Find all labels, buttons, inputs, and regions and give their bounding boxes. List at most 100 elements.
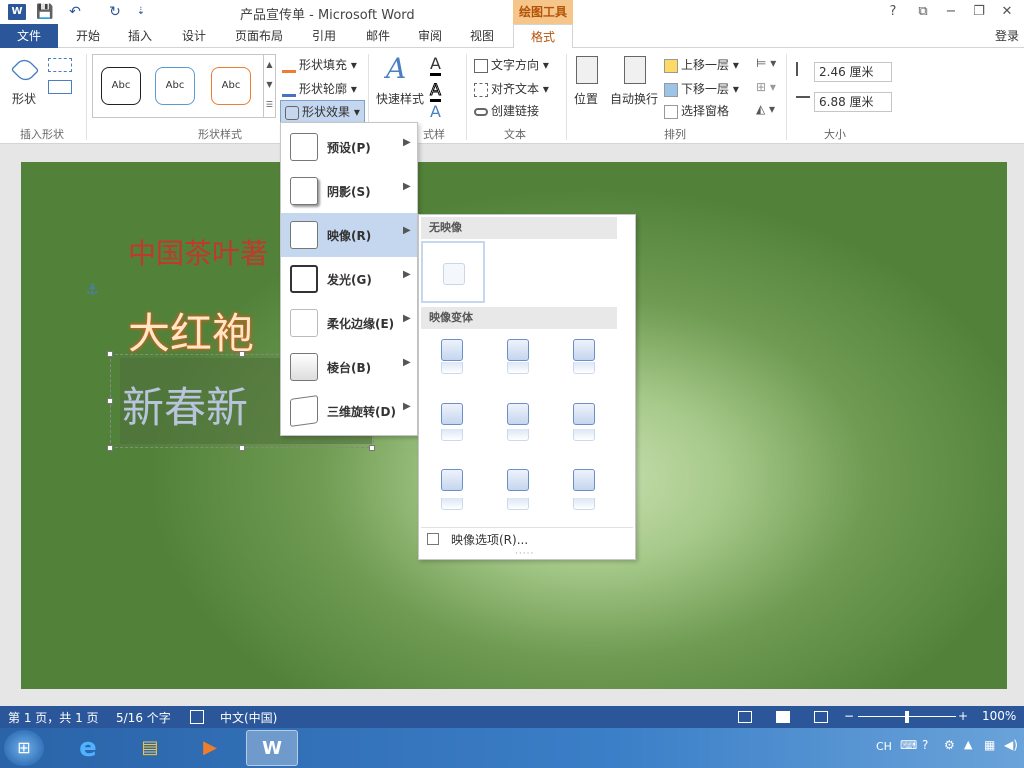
explorer-icon[interactable]: ▤ xyxy=(124,730,176,766)
resize-handle[interactable] xyxy=(107,398,113,404)
reflection-variant-4[interactable] xyxy=(441,403,463,441)
wrap-text-icon[interactable] xyxy=(624,56,646,84)
reflection-variant-3[interactable] xyxy=(573,339,595,375)
shape-style-2[interactable]: Abc xyxy=(155,67,195,105)
reflection-variant-5[interactable] xyxy=(507,403,529,441)
tab-layout[interactable]: 页面布局 xyxy=(226,24,292,48)
network-icon[interactable]: ▦ xyxy=(984,738,995,752)
word-count[interactable]: 5/16 个字 xyxy=(116,709,171,726)
shapes-icon[interactable] xyxy=(10,55,40,85)
tab-references[interactable]: 引用 xyxy=(302,24,346,48)
shape-style-1[interactable]: Abc xyxy=(101,67,141,105)
word-taskbar-button[interactable]: W xyxy=(246,730,298,766)
reflection-variant-2[interactable] xyxy=(507,339,529,375)
tab-format[interactable]: 格式 xyxy=(513,24,573,49)
create-link-button[interactable]: 创建链接 xyxy=(474,102,539,119)
resize-handle[interactable] xyxy=(107,445,113,451)
reflection-variant-7[interactable] xyxy=(441,469,463,510)
proofing-icon[interactable] xyxy=(190,710,204,724)
minimize-button[interactable]: − xyxy=(940,3,962,21)
shapes-button[interactable]: 形状 xyxy=(12,90,36,107)
maximize-button[interactable]: ❐ xyxy=(968,3,990,21)
start-button[interactable]: ⊞ xyxy=(4,730,44,766)
reflection-variant-9[interactable] xyxy=(573,469,595,510)
edit-shape-icon[interactable] xyxy=(48,58,72,72)
reflection-options-item[interactable]: 映像选项(R)... xyxy=(451,531,528,548)
width-input[interactable]: 6.88 厘米 xyxy=(814,92,892,112)
text-fill-icon[interactable]: A xyxy=(430,54,441,76)
resize-grip[interactable]: ····· xyxy=(515,549,534,559)
undo-icon[interactable]: ↶ xyxy=(66,3,84,21)
tab-mailings[interactable]: 邮件 xyxy=(356,24,400,48)
quick-styles-button[interactable]: 快速样式 xyxy=(376,90,424,107)
tab-insert[interactable]: 插入 xyxy=(118,24,162,48)
resize-handle[interactable] xyxy=(107,351,113,357)
tab-view[interactable]: 视图 xyxy=(460,24,504,48)
close-button[interactable]: ✕ xyxy=(996,3,1018,21)
reflection-variant-6[interactable] xyxy=(573,403,595,441)
print-layout-icon[interactable] xyxy=(776,711,790,723)
text-effects-icon[interactable]: A xyxy=(430,102,441,121)
bring-forward-button[interactable]: 上移一层 ▾ xyxy=(664,56,739,73)
text-outline-icon[interactable]: A xyxy=(430,80,441,102)
page-count[interactable]: 第 1 页，共 1 页 xyxy=(8,709,99,726)
group-icon[interactable]: ⊞ ▾ xyxy=(756,80,776,94)
ribbon-display-button[interactable]: ⧉ xyxy=(912,3,934,21)
resize-handle[interactable] xyxy=(239,351,245,357)
ime-indicator[interactable]: CH xyxy=(876,740,892,753)
position-button[interactable]: 位置 xyxy=(574,90,598,107)
shape-effects-button[interactable]: 形状效果 ▾ xyxy=(280,100,365,123)
shape-fill-button[interactable]: 形状填充 ▾ xyxy=(282,56,357,73)
tab-home[interactable]: 开始 xyxy=(66,24,110,48)
menu-item-3d-rotation[interactable]: 三维旋转(D) ▶ xyxy=(281,389,417,433)
word-icon[interactable]: W xyxy=(8,4,26,20)
reflection-variant-1[interactable] xyxy=(441,339,463,375)
tab-design[interactable]: 设计 xyxy=(172,24,216,48)
signin-link[interactable]: 登录 xyxy=(990,24,1024,48)
menu-item-shadow[interactable]: 阴影(S) ▶ xyxy=(281,169,417,213)
height-input[interactable]: 2.46 厘米 xyxy=(814,62,892,82)
language-status[interactable]: 中文(中国) xyxy=(220,709,277,726)
align-icon[interactable]: ⊨ ▾ xyxy=(756,56,776,70)
no-reflection-option[interactable] xyxy=(421,241,485,303)
gallery-scroll[interactable]: ▲ ▼ ☰ xyxy=(263,55,275,117)
ie-icon[interactable]: e xyxy=(62,730,114,766)
menu-item-preset[interactable]: 预设(P) ▶ xyxy=(281,125,417,169)
shape-style-3[interactable]: Abc xyxy=(211,67,251,105)
zoom-in-button[interactable]: + xyxy=(958,709,968,723)
reflection-variant-8[interactable] xyxy=(507,469,529,510)
selection-pane-button[interactable]: 选择窗格 xyxy=(664,102,729,119)
volume-icon[interactable]: ◀) xyxy=(1004,738,1018,752)
settings-tray-icon[interactable]: ⚙ xyxy=(944,738,955,752)
rotate-icon[interactable]: ◭ ▾ xyxy=(756,102,775,116)
menu-item-soft-edges[interactable]: 柔化边缘(E) ▶ xyxy=(281,301,417,345)
heading-text[interactable]: 中国茶叶著 xyxy=(128,232,268,272)
align-text-button[interactable]: 对齐文本 ▾ xyxy=(474,80,549,97)
textbox-icon[interactable] xyxy=(48,80,72,94)
zoom-out-button[interactable]: − xyxy=(844,709,854,723)
quick-styles-icon[interactable]: A xyxy=(386,52,406,85)
tab-file[interactable]: 文件 xyxy=(0,24,58,48)
text-direction-button[interactable]: 文字方向 ▾ xyxy=(474,56,549,73)
help-tray-icon[interactable]: ? xyxy=(922,738,928,752)
redo-icon[interactable]: ↻ xyxy=(106,3,124,21)
customize-qat-icon[interactable]: ⇣ xyxy=(132,3,150,21)
send-backward-button[interactable]: 下移一层 ▾ xyxy=(664,80,739,97)
menu-item-reflection[interactable]: 映像(R) ▶ xyxy=(281,213,417,257)
help-button[interactable]: ? xyxy=(882,3,904,21)
resize-handle[interactable] xyxy=(369,445,375,451)
wrap-text-button[interactable]: 自动换行 xyxy=(610,90,658,107)
zoom-slider-thumb[interactable] xyxy=(905,711,909,723)
menu-item-bevel[interactable]: 棱台(B) ▶ xyxy=(281,345,417,389)
tray-expand-icon[interactable]: ▲ xyxy=(964,738,972,751)
tab-review[interactable]: 审阅 xyxy=(408,24,452,48)
web-layout-icon[interactable] xyxy=(814,711,828,723)
save-icon[interactable]: 💾 xyxy=(36,3,54,21)
media-player-icon[interactable]: ▶ xyxy=(184,730,236,766)
position-icon[interactable] xyxy=(576,56,598,84)
title-text[interactable]: 大红袍 xyxy=(128,300,254,361)
menu-item-glow[interactable]: 发光(G) ▶ xyxy=(281,257,417,301)
resize-handle[interactable] xyxy=(239,445,245,451)
shape-outline-button[interactable]: 形状轮廓 ▾ xyxy=(282,80,357,97)
read-mode-icon[interactable] xyxy=(738,711,752,723)
